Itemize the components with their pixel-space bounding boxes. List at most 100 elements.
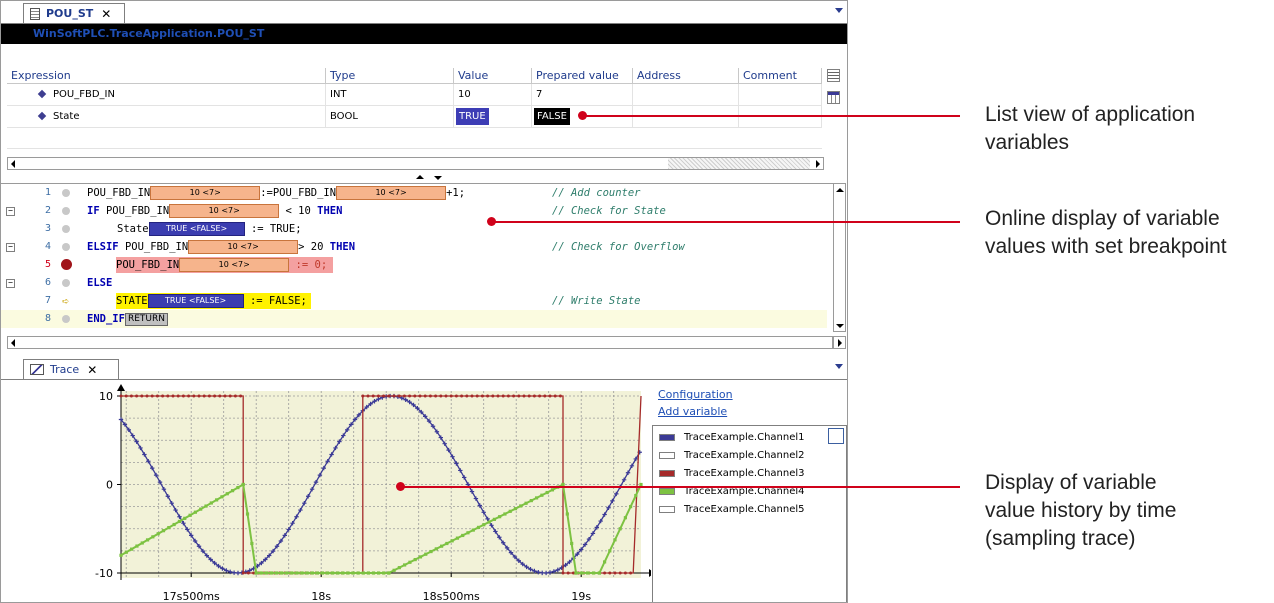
series-channel4-point — [471, 528, 475, 532]
splitter-down-icon[interactable] — [434, 176, 442, 180]
code-horizontal-scrollbar[interactable] — [7, 336, 833, 349]
series-channel3-point — [129, 394, 133, 398]
x-tick-label: 18s500ms — [423, 590, 480, 603]
series-channel4-point — [156, 532, 160, 536]
scroll-up-icon[interactable] — [836, 188, 844, 192]
scroll-right-icon[interactable] — [838, 339, 842, 347]
code-token: State — [117, 223, 149, 235]
tab-pou-st[interactable]: POU_ST ✕ — [23, 3, 125, 23]
close-icon[interactable]: ✕ — [101, 7, 111, 21]
series-channel4-point — [241, 482, 245, 487]
series-channel4-point — [259, 571, 263, 575]
series-channel3-point — [558, 394, 562, 398]
series-channel4-point — [290, 571, 294, 575]
series-channel4-point — [269, 571, 274, 575]
series-channel4-point — [356, 571, 360, 575]
trace-legend: TraceExample.Channel1 TraceExample.Chann… — [652, 425, 847, 602]
y-tick-label: 0 — [106, 479, 113, 492]
column-header-prepared-value[interactable]: Prepared value — [532, 68, 633, 84]
code-editor[interactable]: 1 POU_FBD_IN 10 <7>:=POU_FBD_IN 10 <7> +1; … — [1, 183, 833, 344]
breakpoint-active-marker[interactable] — [61, 259, 72, 270]
code-line[interactable]: − 4 ELSIF POU_FBD_IN 10 <7> > 20 THEN // C… — [1, 238, 827, 256]
breakpoint-marker[interactable] — [62, 189, 70, 197]
chevron-down-icon[interactable] — [835, 364, 843, 369]
code-line[interactable]: − 6 ELSE — [1, 274, 827, 292]
series-channel3-point — [197, 394, 201, 398]
fold-minus-icon[interactable]: − — [6, 243, 15, 252]
scrollbar-track[interactable] — [668, 158, 810, 169]
chevron-down-icon[interactable] — [835, 8, 843, 13]
type-cell: BOOL — [326, 106, 454, 127]
table-row[interactable]: POU_FBD_IN INT 10 7 — [7, 84, 822, 105]
column-header-type[interactable]: Type — [326, 68, 454, 84]
series-channel4-point — [250, 541, 254, 546]
series-channel4-point — [220, 495, 224, 499]
value-cell: TRUE — [454, 106, 532, 127]
series-channel3-point — [527, 394, 531, 398]
code-line[interactable]: 1 POU_FBD_IN 10 <7>:=POU_FBD_IN 10 <7> +1; … — [1, 184, 827, 202]
series-channel3-point — [392, 394, 396, 398]
series-channel4-point — [618, 527, 622, 531]
column-header-expression[interactable]: Expression — [7, 68, 326, 84]
code-keyword: THEN — [317, 205, 343, 217]
series-channel4-point — [336, 571, 340, 575]
legend-swatch — [659, 434, 675, 441]
expression-cell: State — [35, 106, 326, 127]
add-variable-link[interactable]: Add variable — [658, 405, 727, 418]
breakpoint-marker[interactable] — [62, 315, 70, 323]
splitter-up-icon[interactable] — [416, 175, 424, 179]
series-channel4-point — [172, 522, 176, 527]
series-channel3-point — [629, 571, 633, 575]
tab-trace[interactable]: Trace ✕ — [23, 359, 119, 379]
series-channel3-point — [460, 394, 464, 398]
list-view-icon[interactable] — [827, 69, 840, 82]
fold-minus-icon[interactable]: − — [6, 279, 15, 288]
code-line[interactable]: 8 END_IF RETURN — [1, 310, 827, 328]
y-tick-label: -10 — [95, 567, 113, 580]
code-token: POU_FBD_IN — [116, 259, 180, 271]
close-icon[interactable]: ✕ — [87, 363, 97, 377]
scroll-right-icon[interactable] — [816, 160, 820, 168]
series-channel4-point — [331, 571, 335, 575]
return-badge: RETURN — [124, 312, 168, 326]
trace-chart[interactable]: 10 0 -10 17s500ms 18s 18s500ms 19s — [1, 381, 651, 603]
annotation-line — [400, 486, 960, 488]
series-channel3-point — [486, 394, 490, 398]
scroll-left-icon[interactable] — [11, 339, 15, 347]
line-number: 7 — [44, 295, 51, 306]
series-channel4-point — [498, 515, 502, 519]
code-line[interactable]: 5 POU_FBD_IN 10 <7> := 0; — [1, 256, 827, 274]
fold-minus-icon[interactable]: − — [6, 207, 15, 216]
breakpoint-marker[interactable] — [62, 243, 70, 251]
column-header-value[interactable]: Value — [454, 68, 532, 84]
series-channel4-point — [608, 549, 612, 553]
breakpoint-marker[interactable] — [62, 207, 70, 215]
code-line[interactable]: 7 ➪ STATE TRUE <FALSE> := FALSE; // Write… — [1, 292, 827, 310]
legend-checkbox[interactable] — [828, 428, 844, 444]
series-channel4-point — [540, 493, 544, 497]
expression-cell: POU_FBD_IN — [35, 84, 326, 105]
code-comment: // Check for State — [552, 205, 666, 217]
breakpoint-marker[interactable] — [62, 225, 70, 233]
prepared-value-cell[interactable]: 7 — [532, 84, 633, 105]
series-channel3-point — [566, 571, 570, 575]
series-channel4-point — [450, 539, 454, 543]
scroll-down-icon[interactable] — [836, 324, 844, 328]
column-header-address[interactable]: Address — [633, 68, 739, 84]
code-vertical-scrollbar[interactable] — [833, 183, 846, 332]
scroll-right-button[interactable] — [833, 336, 846, 349]
table-horizontal-scrollbar[interactable] — [7, 157, 824, 170]
series-channel4-point — [574, 571, 578, 575]
breakpoint-marker[interactable] — [62, 279, 70, 287]
series-channel4-point — [264, 571, 268, 575]
table-view-icon[interactable] — [827, 91, 840, 104]
series-channel3-point — [397, 394, 401, 398]
document-icon — [30, 7, 40, 20]
configuration-link[interactable]: Configuration — [658, 388, 733, 401]
tab-pou-st-label: POU_ST — [46, 7, 94, 20]
scroll-left-icon[interactable] — [11, 160, 15, 168]
column-header-comment[interactable]: Comment — [739, 68, 822, 84]
legend-label: TraceExample.Channel3 — [684, 468, 805, 479]
annotation-online-display: Online display of variable values with se… — [985, 207, 1227, 258]
code-line[interactable]: − 2 IF POU_FBD_IN 10 <7> < 10 THEN // Che… — [1, 202, 827, 220]
